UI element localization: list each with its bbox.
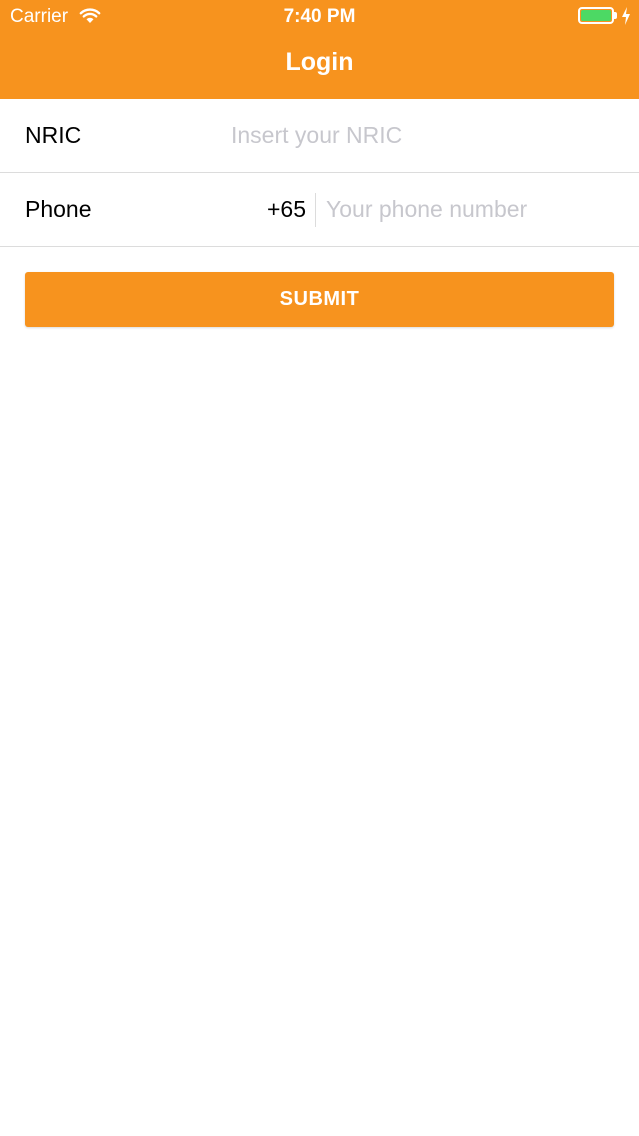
navigation-bar: Carrier 7:40 PM Login: [0, 0, 639, 99]
battery-tip-icon: [614, 12, 617, 19]
phone-divider: [315, 193, 316, 227]
nric-input[interactable]: [231, 113, 621, 157]
status-bar: Carrier 7:40 PM: [0, 0, 639, 34]
phone-label: Phone: [25, 196, 92, 222]
submit-button[interactable]: SUBMIT: [25, 272, 614, 327]
page-title: Login: [285, 48, 354, 76]
nric-label: NRIC: [25, 122, 82, 148]
status-time: 7:40 PM: [283, 6, 356, 27]
nric-row: NRIC: [0, 99, 639, 173]
phone-row: Phone +65: [0, 173, 639, 247]
battery-icon: [578, 7, 614, 24]
bolt-icon: [622, 7, 630, 25]
battery-level: [581, 10, 611, 21]
phone-input[interactable]: [326, 187, 621, 231]
country-code: +65: [266, 196, 306, 222]
